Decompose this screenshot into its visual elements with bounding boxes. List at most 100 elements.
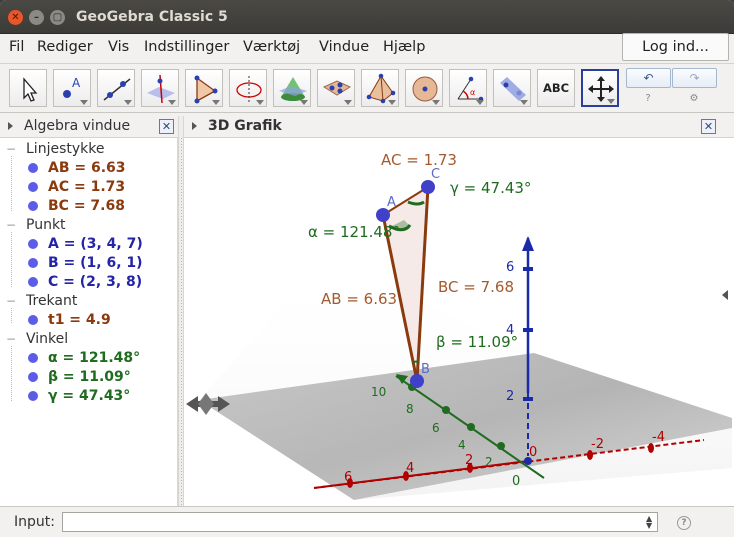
point-c-label: C	[431, 167, 440, 182]
panel-collapse-icon[interactable]	[192, 122, 197, 130]
z-tick-label: 2	[506, 389, 514, 404]
tree-item-segment-ab[interactable]: AB = 6.63	[28, 160, 126, 176]
visibility-toggle[interactable]	[28, 391, 38, 401]
label-ab: AB = 6.63	[321, 290, 397, 308]
menu-hjaelp[interactable]: Hjælp	[383, 39, 425, 55]
label-bc: BC = 7.68	[438, 278, 514, 296]
tool-point-label: A	[72, 76, 81, 90]
algebra-close-button[interactable]: ✕	[159, 119, 174, 134]
view3d-header: 3D Grafik ✕	[184, 116, 734, 138]
tool-plane[interactable]	[317, 69, 355, 107]
undo-button[interactable]: ↶	[626, 68, 671, 88]
tool-text[interactable]: ABC	[537, 69, 575, 107]
point-b-label: B	[421, 362, 430, 377]
x-tick-label: 6	[344, 470, 352, 485]
visibility-toggle[interactable]	[28, 372, 38, 382]
toolbar-settings-icon[interactable]: ⚙	[688, 93, 700, 105]
view3d-scene[interactable]: 6 4 2 6 4 2 0 -2 -4 10 8 6 4 2 0 A C B A…	[184, 138, 734, 506]
tool-circle-axis[interactable]	[229, 69, 267, 107]
y-tick-label: 6	[432, 421, 440, 435]
y-tick-label-negative: -2	[591, 437, 604, 452]
y-tick-label: 2	[485, 455, 493, 469]
algebra-view-header: Algebra vindue ✕	[0, 116, 178, 138]
menu-rediger[interactable]: Rediger	[37, 39, 93, 55]
visibility-toggle[interactable]	[28, 258, 38, 268]
tool-point[interactable]: A	[53, 69, 91, 107]
visibility-toggle[interactable]	[28, 277, 38, 287]
tool-line[interactable]	[97, 69, 135, 107]
tool-move[interactable]	[9, 69, 47, 107]
tree-item-angle-alpha[interactable]: α = 121.48°	[28, 350, 140, 366]
tree-item-segment-bc[interactable]: BC = 7.68	[28, 198, 125, 214]
input-label: Input:	[14, 514, 55, 530]
window-maximize-button[interactable]: ▢	[50, 10, 65, 25]
svg-text:α: α	[470, 88, 475, 97]
tree-item-segment-ac[interactable]: AC = 1.73	[28, 179, 125, 195]
tree-item-point-b[interactable]: B = (1, 6, 1)	[28, 255, 143, 271]
tool-move-graphics[interactable]	[581, 69, 619, 107]
input-history-icon[interactable]: ▲ ▼	[646, 515, 652, 530]
point-a-label: A	[387, 195, 396, 210]
menu-vindue[interactable]: Vindue	[319, 39, 369, 55]
tree-item-angle-beta[interactable]: β = 11.09°	[28, 369, 131, 385]
algebra-view-title: Algebra vindue	[24, 118, 131, 134]
menu-vis[interactable]: Vis	[108, 39, 129, 55]
tree-item-point-a[interactable]: A = (3, 4, 7)	[28, 236, 143, 252]
tree-category[interactable]: − Linjestykke	[6, 141, 104, 157]
view3d-canvas[interactable]: 6 4 2 6 4 2 0 -2 -4 10 8 6 4 2 0 A C B A…	[184, 138, 734, 506]
x-tick-label: 2	[465, 453, 473, 468]
label-gamma: γ = 47.43°	[450, 179, 531, 197]
visibility-toggle[interactable]	[28, 315, 38, 325]
tree-category[interactable]: − Punkt	[6, 217, 66, 233]
input-bar: Input: ▲ ▼ ?	[0, 506, 734, 537]
tool-angle[interactable]: α	[449, 69, 487, 107]
login-button[interactable]: Log ind...	[622, 33, 729, 61]
window-minimize-button[interactable]: –	[29, 10, 44, 25]
label-alpha: α = 121.48°	[308, 223, 400, 241]
visibility-toggle[interactable]	[28, 163, 38, 173]
y-tick-label: 4	[458, 438, 466, 452]
y-tick-label: 10	[371, 385, 386, 399]
tree-category[interactable]: − Vinkel	[6, 331, 68, 347]
visibility-toggle[interactable]	[28, 353, 38, 363]
point-a[interactable]	[376, 208, 390, 222]
visibility-toggle[interactable]	[28, 182, 38, 192]
visibility-toggle[interactable]	[28, 201, 38, 211]
tree-item-angle-gamma[interactable]: γ = 47.43°	[28, 388, 130, 404]
visibility-toggle[interactable]	[28, 239, 38, 249]
tree-item-triangle-t1[interactable]: t1 = 4.9	[28, 312, 111, 328]
tool-pyramid[interactable]	[361, 69, 399, 107]
view3d-close-button[interactable]: ✕	[701, 119, 716, 134]
tool-reflect[interactable]	[493, 69, 531, 107]
text-icon: ABC	[542, 81, 570, 95]
toolbar-help-icon[interactable]: ?	[642, 93, 654, 105]
z-tick-label: 6	[506, 260, 514, 275]
window-close-button[interactable]: ✕	[8, 10, 23, 25]
menu-fil[interactable]: Fil	[9, 39, 24, 55]
menu-vaerktoej[interactable]: Værktøj	[243, 39, 300, 55]
redo-button[interactable]: ↷	[672, 68, 717, 88]
tool-intersect[interactable]	[273, 69, 311, 107]
y-tick-label: 8	[406, 402, 414, 416]
y-tick-label-negative: -4	[652, 430, 665, 445]
tree-category[interactable]: − Trekant	[6, 293, 77, 309]
panel-collapse-icon[interactable]	[8, 122, 13, 130]
input-field[interactable]	[62, 512, 658, 532]
input-help-icon[interactable]: ?	[677, 516, 691, 530]
point-c[interactable]	[421, 180, 435, 194]
tool-perpendicular[interactable]	[141, 69, 179, 107]
move-arrow-icon	[23, 77, 38, 102]
side-panel-toggle-icon[interactable]	[722, 290, 728, 300]
label-ac: AC = 1.73	[381, 151, 457, 169]
tree-item-point-c[interactable]: C = (2, 3, 8)	[28, 274, 142, 290]
z-origin-label: 0	[512, 474, 520, 489]
z-axis-arrow-icon	[522, 236, 534, 251]
origin-point	[524, 457, 532, 465]
geogebra-window: ✕ – ▢ GeoGebra Classic 5 Fil Rediger Vis…	[0, 0, 734, 537]
tool-polygon[interactable]	[185, 69, 223, 107]
tool-sphere[interactable]	[405, 69, 443, 107]
algebra-view: − Linjestykke AB = 6.63 AC = 1.73 BC = 7.…	[0, 138, 178, 506]
menu-indstillinger[interactable]: Indstillinger	[144, 39, 229, 55]
title-bar: ✕ – ▢ GeoGebra Classic 5	[0, 0, 734, 34]
window-title: GeoGebra Classic 5	[76, 9, 228, 25]
